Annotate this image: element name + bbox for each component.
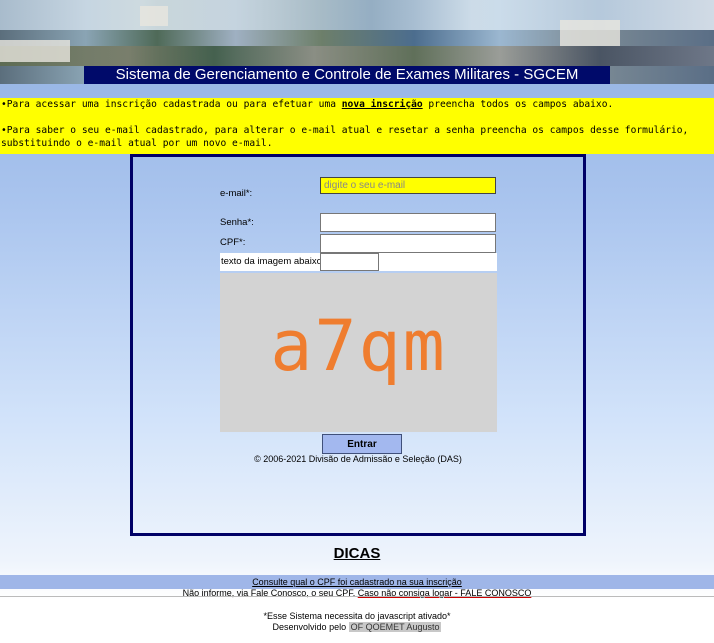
- developer-name: OF QOEMET Augusto: [348, 622, 442, 632]
- login-panel: e-mail*: Senha*: CPF*: texto da imagem a…: [130, 154, 586, 536]
- banner-building-center: [140, 6, 168, 26]
- banner-title: Sistema de Gerenciamento e Controle de E…: [115, 66, 579, 83]
- captcha-row: texto da imagem abaixo:: [220, 253, 497, 271]
- captcha-label: texto da imagem abaixo:: [221, 256, 325, 267]
- instruction-spacer: [0, 111, 714, 124]
- developer-credit: Desenvolvido pelo OF QOEMET Augusto: [0, 622, 714, 632]
- footer-divider: [0, 596, 714, 597]
- email-field[interactable]: [320, 177, 496, 194]
- copyright-text: © 2006-2021 Divisão de Admissão e Seleçã…: [254, 454, 462, 464]
- cpf-label: CPF*:: [220, 237, 246, 248]
- instructions-box: •Para acessar uma inscrição cadastrada o…: [0, 98, 714, 154]
- instruction-line-3: substituindo o e-mail atual por um novo …: [1, 138, 273, 149]
- captcha-text: a7qm: [270, 305, 447, 387]
- banner-building-right: [560, 20, 620, 46]
- instruction-text: •Para acessar uma inscrição cadastrada o…: [1, 99, 342, 110]
- captcha-image: a7qm: [220, 273, 497, 432]
- banner-photo-ground: [0, 46, 714, 66]
- email-label: e-mail*:: [220, 188, 253, 199]
- instruction-line-2: •Para saber o seu e-mail cadastrado, par…: [1, 125, 689, 136]
- password-label: Senha*:: [220, 217, 254, 228]
- developer-prefix: Desenvolvido pelo: [272, 622, 349, 632]
- cpf-field[interactable]: [320, 234, 496, 253]
- tip-consult-cpf: Consulte qual o CPF foi cadastrado na su…: [0, 577, 714, 587]
- instruction-text: preencha todos os campos abaixo.: [422, 99, 614, 110]
- tips-title: DICAS: [333, 545, 381, 562]
- banner-building-left: [0, 40, 70, 62]
- javascript-note: *Esse Sistema necessita do javascript at…: [263, 611, 451, 621]
- captcha-input[interactable]: [320, 253, 379, 271]
- consult-cpf-link[interactable]: Consulte qual o CPF foi cadastrado na su…: [252, 577, 462, 587]
- submit-button[interactable]: Entrar: [322, 434, 402, 454]
- instruction-line-1: •Para acessar uma inscrição cadastrada o…: [0, 98, 714, 111]
- password-field[interactable]: [320, 213, 496, 232]
- new-registration-link[interactable]: nova inscrição: [342, 99, 423, 110]
- header-banner: Sistema de Gerenciamento e Controle de E…: [0, 0, 714, 84]
